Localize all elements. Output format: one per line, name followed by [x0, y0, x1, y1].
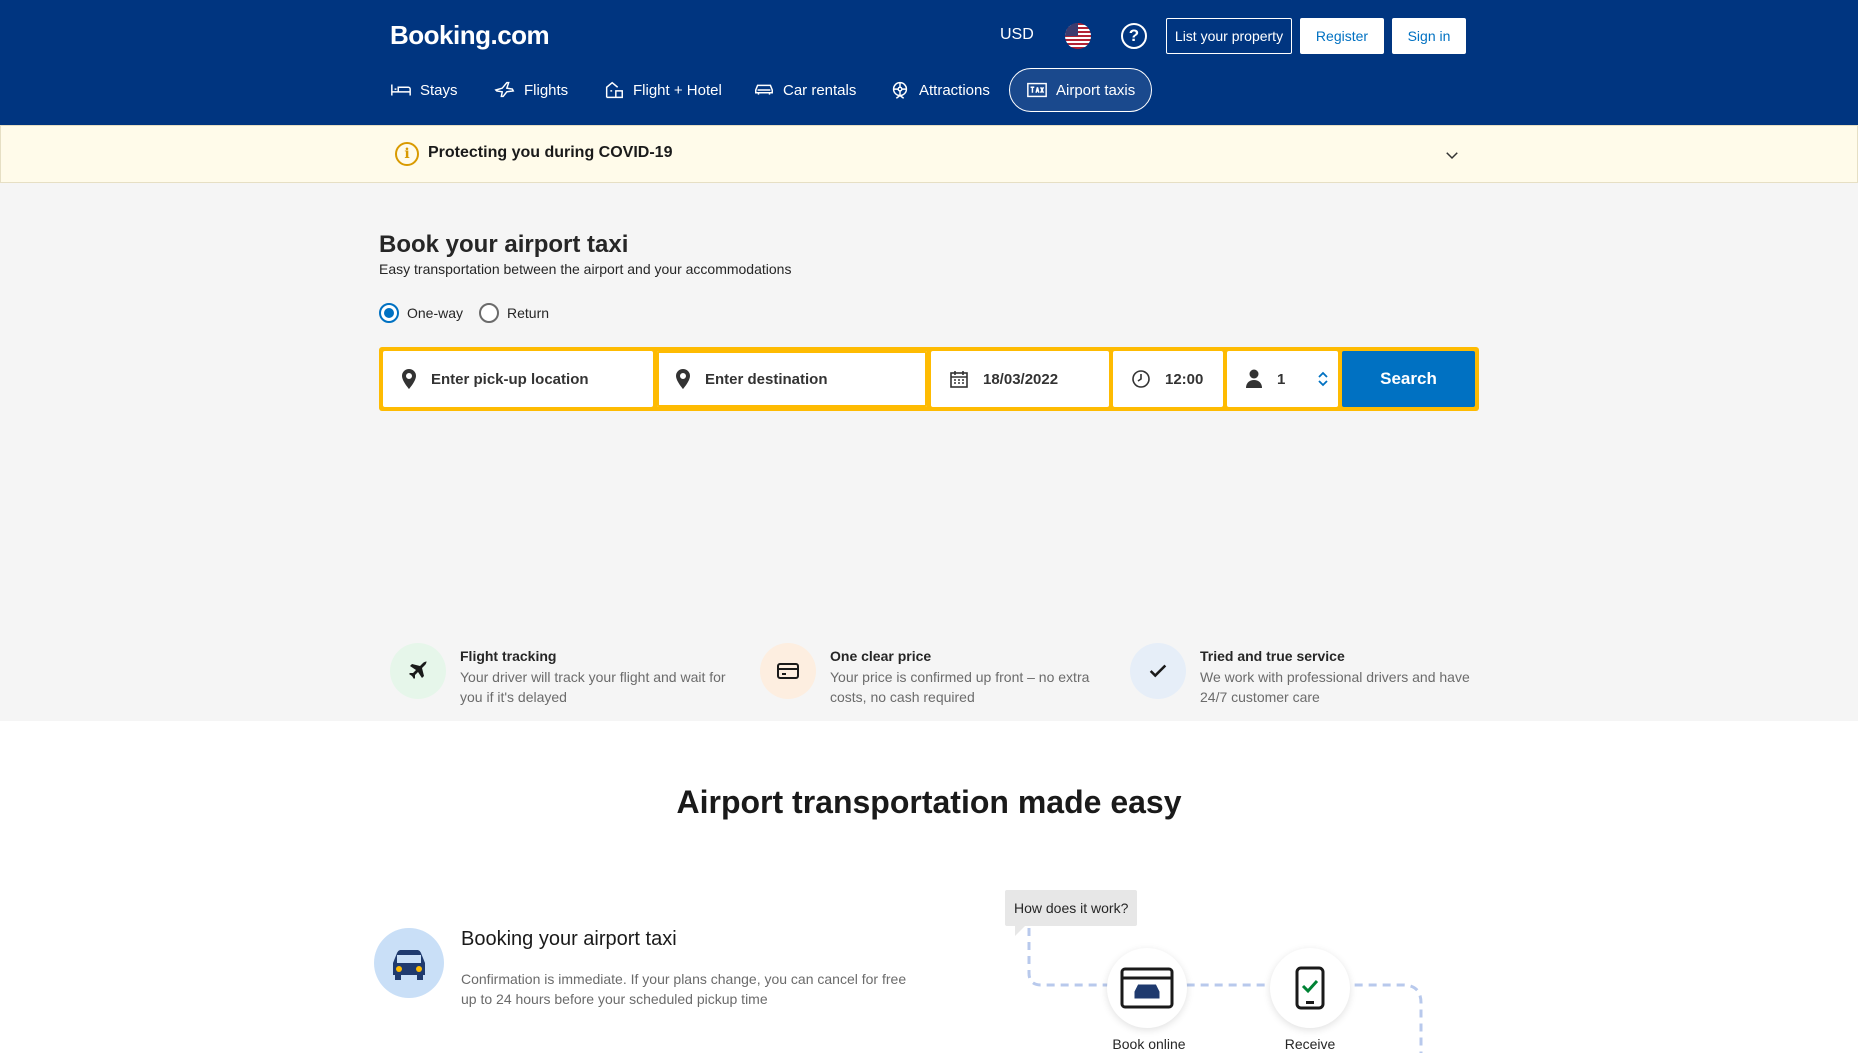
- nav-item-flights[interactable]: Flights: [478, 68, 584, 112]
- bed-icon: [391, 84, 411, 96]
- nav-item-stays[interactable]: Stays: [374, 68, 474, 112]
- passengers-stepper[interactable]: 1: [1227, 351, 1338, 407]
- feature-title: One clear price: [830, 648, 932, 664]
- passengers-value: 1: [1277, 370, 1286, 388]
- browser-car-icon: [1107, 948, 1187, 1028]
- feature-desc: We work with professional drivers and ha…: [1200, 669, 1470, 705]
- covid-banner-text: Protecting you during COVID-19: [428, 144, 673, 161]
- step-title: Booking your airport taxi: [461, 928, 677, 950]
- how-it-works-tooltip: How does it work?: [1005, 890, 1138, 936]
- radio-one-way[interactable]: [379, 303, 399, 323]
- nav-label: Attractions: [919, 81, 990, 99]
- search-bar: Enter pick-up location Enter destination…: [379, 347, 1479, 411]
- trip-type-one-way[interactable]: One-way: [379, 303, 463, 323]
- chevron-down-icon[interactable]: [1443, 146, 1461, 164]
- feature-title: Flight tracking: [460, 648, 557, 664]
- search-button[interactable]: Search: [1342, 351, 1475, 407]
- nav-item-attractions[interactable]: Attractions: [873, 68, 1006, 112]
- radio-label: One-way: [407, 305, 464, 321]
- feature-desc: Your price is confirmed up front – no ex…: [830, 669, 1090, 705]
- up-down-arrows-icon: [1318, 371, 1328, 387]
- list-property-button[interactable]: List your property: [1166, 18, 1292, 54]
- nav-label: Flight + Hotel: [633, 81, 722, 99]
- person-icon: [1246, 369, 1262, 388]
- car-icon: [374, 928, 444, 998]
- covid-banner[interactable]: i Protecting you during COVID-19: [0, 125, 1858, 183]
- date-picker[interactable]: 18/03/2022: [931, 351, 1109, 407]
- check-icon: [1130, 643, 1186, 699]
- time-value: 12:00: [1165, 370, 1204, 388]
- us-flag-icon[interactable]: [1065, 23, 1091, 49]
- taxi-icon: [1027, 82, 1047, 98]
- nav-label: Car rentals: [783, 81, 857, 99]
- location-pin-icon: [402, 369, 416, 389]
- nav-label: Stays: [420, 81, 458, 99]
- nav-item-car-rentals[interactable]: Car rentals: [737, 68, 872, 112]
- calendar-icon: [950, 371, 968, 388]
- time-picker[interactable]: 12:00: [1113, 351, 1223, 407]
- booking-logo[interactable]: Booking.com: [390, 20, 550, 51]
- destination-placeholder: Enter destination: [705, 370, 828, 388]
- destination-input[interactable]: Enter destination: [657, 351, 927, 407]
- diagram-label-receive: Receive: [1284, 1036, 1336, 1052]
- plane-icon: [390, 643, 446, 699]
- pickup-placeholder: Enter pick-up location: [431, 370, 589, 388]
- trip-type-return[interactable]: Return: [479, 303, 549, 323]
- currency-selector[interactable]: USD: [1000, 26, 1034, 44]
- nav-label: Airport taxis: [1056, 81, 1136, 99]
- nav-item-flight-hotel[interactable]: Flight + Hotel: [587, 68, 738, 112]
- flight-hotel-icon: [605, 81, 623, 99]
- radio-label: Return: [507, 305, 550, 321]
- hero-section: [0, 183, 1858, 721]
- feature-title: Tried and true service: [1200, 648, 1345, 664]
- clock-icon: [1132, 370, 1150, 388]
- date-value: 18/03/2022: [983, 370, 1059, 388]
- radio-return[interactable]: [479, 303, 499, 323]
- register-button[interactable]: Register: [1300, 18, 1384, 54]
- nav-item-airport-taxis[interactable]: Airport taxis: [1009, 68, 1153, 112]
- page-subtitle: Easy transportation between the airport …: [379, 261, 792, 277]
- header: Booking.com USD ? List your property Reg…: [0, 0, 1858, 125]
- page-title: Book your airport taxi: [379, 231, 629, 258]
- location-pin-icon: [676, 369, 690, 389]
- help-icon[interactable]: ?: [1121, 23, 1147, 49]
- credit-card-icon: [760, 643, 816, 699]
- section-title: Airport transportation made easy: [676, 784, 1182, 820]
- attractions-icon: [892, 81, 908, 99]
- step-desc: Confirmation is immediate. If your plans…: [461, 971, 907, 1007]
- phone-check-icon: [1270, 948, 1350, 1028]
- nav-label: Flights: [524, 81, 569, 99]
- dashed-path: [1027, 928, 1423, 1053]
- car-icon: [755, 84, 773, 95]
- pickup-location-input[interactable]: Enter pick-up location: [383, 351, 653, 407]
- diagram-label-book-online: Book online: [1112, 1036, 1186, 1052]
- sign-in-button[interactable]: Sign in: [1392, 18, 1466, 54]
- plane-icon: [494, 81, 515, 98]
- info-icon: i: [395, 142, 419, 166]
- feature-desc: Your driver will track your flight and w…: [460, 669, 726, 705]
